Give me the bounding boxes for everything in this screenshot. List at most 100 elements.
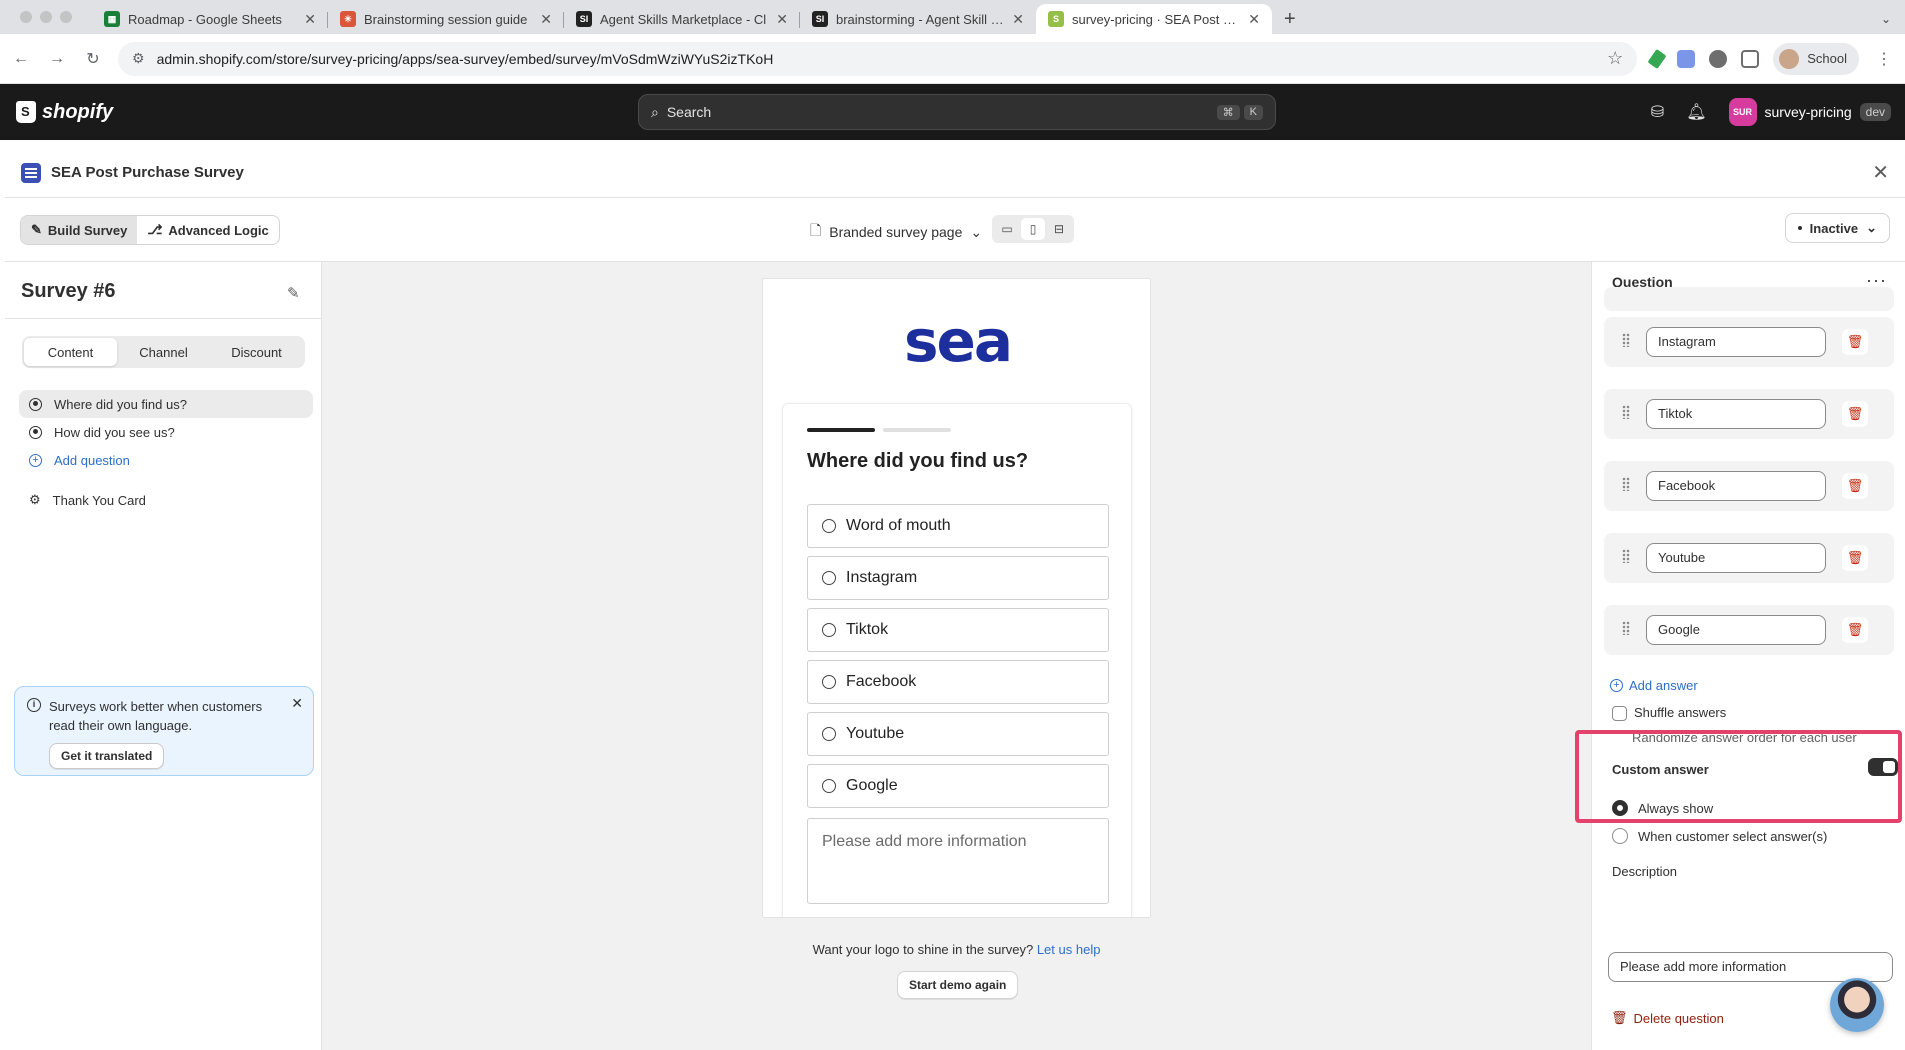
extension-translate-icon[interactable] <box>1677 49 1696 68</box>
close-icon[interactable]: ✕ <box>1872 160 1889 185</box>
mobile-view-icon[interactable]: ▯ <box>1021 218 1045 240</box>
delete-answer-button[interactable]: 🗑︎ <box>1842 329 1868 355</box>
description-input[interactable]: Please add more information <box>1608 952 1893 982</box>
bookmark-star-icon[interactable]: ☆ <box>1607 48 1623 69</box>
search-shortcut: ⌘ K <box>1216 104 1263 120</box>
close-tab-icon[interactable]: ✕ <box>1012 11 1024 28</box>
browser-tab[interactable]: ✳ Brainstorming session guide ✕ <box>328 4 564 34</box>
answer-option[interactable]: Facebook <box>807 660 1109 704</box>
translation-banner: i Surveys work better when customers rea… <box>14 686 314 776</box>
answer-option[interactable]: Instagram <box>807 556 1109 600</box>
inbox-icon[interactable]: ⛁ <box>1651 102 1664 122</box>
tab-list-chevron-icon[interactable]: ⌄ <box>1881 4 1905 34</box>
browser-tab-active[interactable]: S survey-pricing · SEA Post Pur ✕ <box>1036 4 1272 34</box>
extensions-puzzle-icon[interactable] <box>1741 49 1760 68</box>
option-label: Instagram <box>846 569 918 586</box>
delete-answer-button[interactable]: 🗑︎ <box>1842 473 1868 499</box>
tab-advanced-logic[interactable]: ⎇ Advanced Logic <box>137 216 278 244</box>
store-switcher[interactable]: SUR survey-pricing dev <box>1728 98 1891 126</box>
shuffle-answers-checkbox[interactable] <box>1612 706 1627 721</box>
tab-title: Brainstorming session guide <box>364 11 528 27</box>
question-label: Where did you find us? <box>54 396 187 412</box>
more-info-textarea[interactable]: Please add more information <box>807 818 1109 904</box>
support-chat-avatar[interactable] <box>1830 978 1884 1032</box>
radio-button[interactable] <box>1612 828 1628 844</box>
status-dropdown[interactable]: Inactive ⌄ <box>1784 213 1890 243</box>
add-answer-label: Add answer <box>1629 678 1698 693</box>
dismiss-banner-icon[interactable]: ✕ <box>291 695 303 712</box>
close-tab-icon[interactable]: ✕ <box>1248 11 1260 28</box>
answer-option[interactable]: Google <box>807 764 1109 808</box>
browser-tab[interactable]: SI brainstorming - Agent Skill by ✕ <box>800 4 1036 34</box>
radio-button[interactable] <box>822 779 836 793</box>
radio-button[interactable] <box>822 727 836 741</box>
radio-button[interactable] <box>822 519 836 533</box>
delete-answer-button[interactable]: 🗑︎ <box>1842 401 1868 427</box>
get-translated-button[interactable]: Get it translated <box>49 743 165 769</box>
drag-handle-icon[interactable] <box>1622 549 1630 563</box>
delete-question-label: Delete question <box>1633 1010 1724 1026</box>
fullscreen-view-icon[interactable]: ⊟ <box>1047 218 1071 240</box>
answer-input[interactable]: Youtube <box>1646 543 1826 573</box>
survey-sidebar: Survey #6 ✎ Content Channel Discount Whe… <box>5 262 322 1050</box>
edit-pencil-icon[interactable]: ✎ <box>287 284 300 302</box>
new-tab-button[interactable]: + <box>1272 4 1308 34</box>
drag-handle-icon[interactable] <box>1622 621 1630 635</box>
drag-handle-icon[interactable] <box>1622 405 1630 419</box>
shopify-logo[interactable]: shopify <box>16 101 113 124</box>
radio-button[interactable] <box>822 571 836 585</box>
answer-option[interactable]: Youtube <box>807 712 1109 756</box>
extension-pen-icon[interactable] <box>1647 48 1667 69</box>
delete-answer-button[interactable]: 🗑︎ <box>1842 617 1868 643</box>
question-item[interactable]: Where did you find us? <box>19 390 313 418</box>
answer-row: Google 🗑︎ <box>1604 605 1894 655</box>
extension-hat-icon[interactable] <box>1709 49 1728 68</box>
browser-tab[interactable]: SI Agent Skills Marketplace - Cl ✕ <box>564 4 800 34</box>
site-settings-icon[interactable]: ⚙ <box>132 50 145 67</box>
plus-circle-icon: + <box>1610 679 1623 692</box>
radio-button[interactable] <box>822 675 836 689</box>
tab-title: brainstorming - Agent Skill by <box>836 11 1005 27</box>
logic-icon: ⎇ <box>147 222 163 237</box>
answer-option[interactable]: Word of mouth <box>807 504 1109 548</box>
answer-option[interactable]: Tiktok <box>807 608 1109 652</box>
close-tab-icon[interactable]: ✕ <box>304 11 316 28</box>
reload-icon[interactable]: ↻ <box>82 49 104 69</box>
admin-search-input[interactable]: ⌕ Search ⌘ K <box>638 94 1276 130</box>
notifications-bell-icon[interactable]: 🔔︎ <box>1686 102 1706 122</box>
visibility-option-conditional[interactable]: When customer select answer(s) <box>1612 828 1827 844</box>
delete-answer-button[interactable]: 🗑︎ <box>1842 545 1868 571</box>
answer-input[interactable]: Instagram <box>1646 327 1826 357</box>
tab-content[interactable]: Content <box>24 338 117 366</box>
start-demo-button[interactable]: Start demo again <box>897 971 1019 999</box>
progress-step <box>883 428 951 432</box>
tab-channel[interactable]: Channel <box>117 338 210 366</box>
browser-menu-icon[interactable]: ⋮ <box>1873 49 1895 69</box>
add-question-button[interactable]: + Add question <box>19 446 313 474</box>
close-tab-icon[interactable]: ✕ <box>540 11 552 28</box>
drag-handle-icon[interactable] <box>1622 333 1630 347</box>
desktop-view-icon[interactable]: ▭ <box>995 218 1019 240</box>
browser-tab[interactable]: ▦ Roadmap - Google Sheets ✕ <box>92 4 328 34</box>
close-tab-icon[interactable]: ✕ <box>776 11 788 28</box>
url-field[interactable]: ⚙ admin.shopify.com/store/survey-pricing… <box>118 41 1638 76</box>
window-controls[interactable] <box>0 0 92 34</box>
answer-input[interactable]: Facebook <box>1646 471 1826 501</box>
add-answer-button[interactable]: + Add answer <box>1610 678 1698 693</box>
answer-input[interactable]: Tiktok <box>1646 399 1826 429</box>
forward-arrow-icon[interactable]: → <box>46 50 68 68</box>
option-label: Tiktok <box>846 621 889 638</box>
radio-button[interactable] <box>822 623 836 637</box>
drag-handle-icon[interactable] <box>1622 477 1630 491</box>
let-us-help-link[interactable]: Let us help <box>1037 942 1101 957</box>
back-arrow-icon[interactable]: ← <box>10 50 32 68</box>
page-type-dropdown[interactable]: 🗋︎ Branded survey page ⌄ <box>810 220 982 244</box>
tab-build-survey[interactable]: ✎ Build Survey <box>21 216 138 244</box>
thank-you-card-item[interactable]: ⚙ Thank You Card <box>19 486 313 514</box>
tab-discount[interactable]: Discount <box>210 338 303 366</box>
question-item[interactable]: How did you see us? <box>19 418 313 446</box>
mode-switch: ✎ Build Survey ⎇ Advanced Logic <box>20 215 280 245</box>
answer-input[interactable]: Google <box>1646 615 1826 645</box>
profile-button[interactable]: School <box>1773 42 1859 75</box>
delete-question-button[interactable]: 🗑︎ Delete question <box>1611 1010 1724 1026</box>
